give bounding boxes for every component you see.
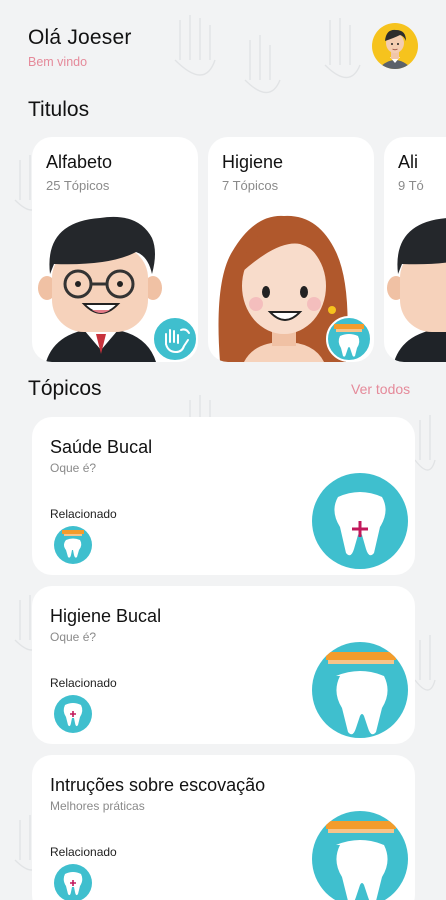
tooth-plus-icon — [312, 473, 408, 569]
topic-subtitle: Melhores práticas — [50, 799, 145, 813]
related-label: Relacionado — [50, 845, 117, 859]
topic-title: Saúde Bucal — [50, 437, 153, 457]
user-avatar-icon — [378, 29, 412, 69]
header: Olá Joeser Bem vindo — [28, 23, 418, 76]
title-card-subtitle: 7 Tópicos — [222, 178, 279, 193]
titles-carousel[interactable]: Alfabeto 25 Tópicos Higiene 7 Tópicos Al… — [32, 137, 446, 362]
man-illustration-partial — [387, 218, 446, 362]
title-card-subtitle: 9 Tó — [398, 178, 424, 193]
title-card-higiene[interactable]: Higiene 7 Tópicos — [208, 137, 374, 362]
welcome-text: Bem vindo — [28, 55, 88, 69]
topic-card-saude-bucal[interactable]: Saúde Bucal Oque é? Relacionado — [32, 417, 415, 575]
section-title-topicos: Tópicos — [28, 377, 102, 400]
title-card-title: Ali — [398, 152, 419, 172]
tooth-brush-icon — [312, 642, 408, 738]
tooth-brush-icon — [312, 811, 408, 900]
greeting: Olá Joeser — [28, 26, 132, 49]
tooth-plus-icon[interactable] — [54, 695, 92, 733]
related-label: Relacionado — [50, 676, 117, 690]
topic-title: Intruções sobre escovação — [50, 775, 266, 795]
title-card-title: Alfabeto — [46, 152, 113, 172]
topic-card-higiene-bucal[interactable]: Higiene Bucal Oque é? Relacionado — [32, 586, 415, 744]
tooth-brush-icon[interactable] — [54, 526, 92, 564]
tooth-plus-icon[interactable] — [54, 864, 92, 900]
section-title-titulos: Titulos — [28, 98, 90, 121]
topic-card-instrucoes-escovacao[interactable]: Intruções sobre escovação Melhores práti… — [32, 755, 415, 900]
topic-title: Higiene Bucal — [50, 606, 162, 626]
related-label: Relacionado — [50, 507, 117, 521]
see-all-link[interactable]: Ver todos — [351, 381, 410, 397]
title-card-subtitle: 25 Tópicos — [46, 178, 110, 193]
topic-subtitle: Oque é? — [50, 630, 97, 644]
title-card-alfabeto[interactable]: Alfabeto 25 Tópicos — [32, 137, 198, 362]
sign-language-hand-icon — [152, 316, 198, 362]
title-card-title: Higiene — [222, 152, 284, 172]
topic-subtitle: Oque é? — [50, 461, 97, 475]
tooth-brush-icon — [326, 316, 372, 362]
avatar[interactable] — [372, 23, 418, 69]
title-card-partial[interactable]: Ali 9 Tó — [384, 137, 446, 362]
